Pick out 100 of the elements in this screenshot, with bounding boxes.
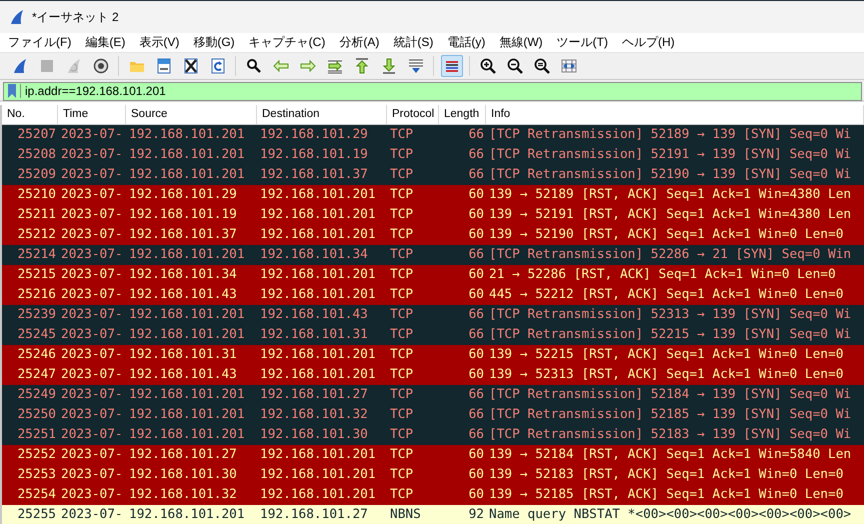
table-cell-text: 139 → 52191 [RST, ACK] Seq=1 Ack=1 Win=4380 Len [488, 206, 852, 224]
table-cell-text: [TCP Retransmission] 52185 → 139 [SYN] Seq=0 Wi [488, 406, 852, 424]
table-cell-text: 192.168.101.32 [128, 486, 238, 504]
table-cell-text: Name query NBSTAT *<00><00><00><00><00><00><00> [488, 506, 852, 524]
table-cell-text: 25252 [16, 446, 57, 464]
menu-item[interactable]: ツール(T) [552, 34, 613, 51]
menu-item[interactable]: キャプチャ(C) [244, 34, 330, 51]
table-cell-text: 192.168.101.30 [259, 426, 369, 444]
menu-item[interactable]: 表示(V) [134, 34, 184, 51]
table-cell-text: 25255 [16, 506, 57, 524]
table-cell-text: 60 [468, 366, 485, 384]
colored-lines-icon[interactable] [440, 55, 462, 77]
table-cell-text: 192.168.101.201 [259, 446, 377, 464]
column-header[interactable]: Protocol [387, 105, 439, 124]
table-cell-text: 21 → 52286 [RST, ACK] Seq=1 Ack=1 Win=0 Len=0 [488, 266, 837, 284]
menu-item[interactable]: ヘルプ(H) [616, 34, 680, 51]
table-cell-text: 66 [468, 306, 485, 324]
table-cell-text: 2023-07- [60, 286, 124, 304]
table-cell-text: 192.168.101.201 [259, 186, 377, 204]
table-cell-text: 60 [468, 206, 485, 224]
menu-item[interactable]: 分析(A) [334, 34, 384, 51]
column-header[interactable]: Time [58, 105, 126, 124]
column-header[interactable]: Source [126, 105, 257, 124]
table-cell-text: 25209 [16, 166, 57, 184]
table-cell-text: TCP [389, 226, 414, 244]
table-cell-text: 2023-07- [60, 306, 124, 324]
column-header[interactable]: Info [486, 105, 864, 124]
table-cell-text: 2023-07- [60, 446, 124, 464]
table-cell-text: 139 → 52215 [RST, ACK] Seq=1 Ack=1 Win=0 Len=0 [488, 346, 844, 364]
table-cell-text: 192.168.101.37 [128, 226, 238, 244]
table-cell-text: 192.168.101.29 [259, 126, 369, 144]
table-cell-text: [TCP Retransmission] 52313 → 139 [SYN] Seq=0 Wi [488, 306, 852, 324]
table-cell-text: 25251 [16, 426, 57, 444]
column-header[interactable]: Length [439, 105, 486, 124]
menu-item[interactable]: 無線(W) [494, 34, 548, 51]
table-cell-text: 139 → 52190 [RST, ACK] Seq=1 Ack=1 Win=0 Len=0 [488, 226, 844, 244]
table-cell-text: TCP [389, 246, 414, 264]
table-cell-text: 2023-07- [60, 246, 124, 264]
table-cell-text: 2023-07- [60, 326, 124, 344]
table-cell-text: 60 [468, 226, 485, 244]
table-cell-text: 66 [468, 166, 485, 184]
table-cell-text: 192.168.101.31 [259, 326, 369, 344]
table-cell-text: 192.168.101.201 [128, 506, 246, 524]
table-cell-text: 2023-07- [60, 426, 124, 444]
table-cell-text: TCP [389, 326, 414, 344]
table-cell-text: 192.168.101.201 [259, 366, 377, 384]
table-cell-text: 25208 [16, 146, 57, 164]
table-cell-text: 25249 [16, 386, 57, 404]
table-cell-text: 192.168.101.43 [259, 306, 369, 324]
column-header[interactable]: Destination [257, 105, 387, 124]
table-cell-text: 192.168.101.27 [259, 386, 369, 404]
table-cell-text: 2023-07- [60, 486, 124, 504]
table-cell-text: 192.168.101.201 [259, 206, 377, 224]
menu-item[interactable]: 電話(y) [442, 34, 490, 51]
table-cell-text: 66 [468, 126, 485, 144]
table-cell-text: 192.168.101.201 [259, 346, 377, 364]
table-cell-text: 192.168.101.34 [259, 246, 369, 264]
table-cell-text: 60 [468, 466, 485, 484]
table-cell-text: 2023-07- [60, 266, 124, 284]
table-cell-text: 25254 [16, 486, 57, 504]
table-cell-text: 192.168.101.201 [128, 306, 246, 324]
table-cell-text: TCP [389, 406, 414, 424]
display-filter-field[interactable]: ip.addr==192.168.101.201 [3, 82, 862, 100]
table-cell-text: 192.168.101.201 [259, 286, 377, 304]
table-cell-text: 25245 [16, 326, 57, 344]
table-cell-text: 192.168.101.201 [259, 486, 377, 504]
table-cell-text: 2023-07- [60, 406, 124, 424]
table-cell-text: 192.168.101.201 [128, 426, 246, 444]
menu-item[interactable]: ファイル(F) [3, 34, 76, 51]
table-cell-text: 25212 [16, 226, 57, 244]
table-cell-text: 192.168.101.34 [128, 266, 238, 284]
table-cell-text: TCP [389, 426, 414, 444]
table-cell-text: 2023-07- [60, 346, 124, 364]
app-logo-icon [9, 9, 25, 25]
table-cell-text: 2023-07- [60, 506, 124, 524]
column-header[interactable]: No. [2, 105, 58, 124]
table-cell-text: 192.168.101.201 [128, 126, 246, 144]
table-cell-text: 139 → 52183 [RST, ACK] Seq=1 Ack=1 Win=0 Len=0 [488, 466, 844, 484]
menu-item[interactable]: 編集(E) [80, 34, 130, 51]
menu-item[interactable]: 移動(G) [188, 34, 240, 51]
table-cell-text: 25239 [16, 306, 57, 324]
table-cell-text: 25210 [16, 186, 57, 204]
table-cell-text: 2023-07- [60, 166, 124, 184]
table-cell-text: [TCP Retransmission] 52190 → 139 [SYN] Seq=0 Wi [488, 166, 852, 184]
table-cell-text: 192.168.101.201 [128, 166, 246, 184]
table-cell-text: TCP [389, 486, 414, 504]
table-cell-text: 2023-07- [60, 386, 124, 404]
table-cell-text: 192.168.101.43 [128, 286, 238, 304]
menu-item[interactable]: 統計(S) [388, 34, 438, 51]
table-cell-text: 25214 [16, 246, 57, 264]
table-cell-text: 192.168.101.201 [128, 386, 246, 404]
table-cell-text: 25246 [16, 346, 57, 364]
table-cell-text: 192.168.101.27 [259, 506, 369, 524]
table-cell-text: [TCP Retransmission] 52191 → 139 [SYN] Seq=0 Wi [488, 146, 852, 164]
table-cell-text: TCP [389, 206, 414, 224]
table-cell-text: 66 [468, 146, 485, 164]
table-cell-text: 192.168.101.19 [128, 206, 238, 224]
table-cell-text: NBNS [389, 506, 422, 524]
table-cell-text: 192.168.101.201 [128, 326, 246, 344]
table-cell-text: 60 [468, 186, 485, 204]
